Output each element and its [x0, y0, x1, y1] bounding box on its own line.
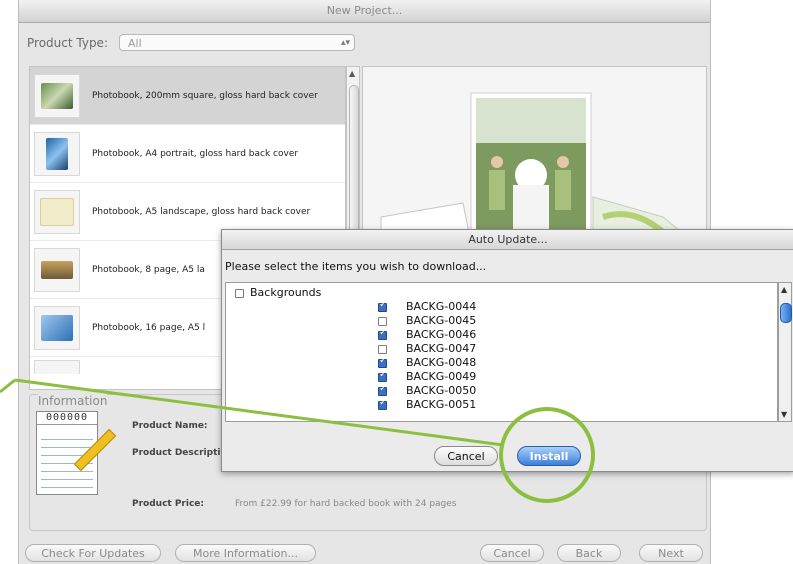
photobook-thumbnail-icon: [34, 189, 80, 234]
backgrounds-group-label: Backgrounds: [250, 286, 322, 299]
back-button[interactable]: Back: [557, 544, 621, 562]
item-label: BACKG-0048: [406, 356, 477, 369]
auto-update-dialog: Auto Update... Please select the items y…: [221, 229, 793, 472]
scrollbar-thumb[interactable]: [780, 303, 792, 323]
photobook-thumbnail-icon: [34, 247, 80, 292]
product-name-label: Product Name:: [132, 421, 208, 431]
window-title: New Project...: [19, 0, 710, 23]
backgrounds-group-checkbox[interactable]: [235, 289, 244, 298]
item-label: BACKG-0049: [406, 370, 477, 383]
next-button[interactable]: Next: [639, 544, 703, 562]
photobook-thumbnail-icon: [34, 131, 80, 176]
cancel-button[interactable]: Cancel: [480, 544, 544, 562]
product-label: Photobook, A4 portrait, gloss hard back …: [92, 148, 299, 159]
dialog-prompt: Please select the items you wish to down…: [225, 260, 487, 273]
item-label: BACKG-0047: [406, 342, 477, 355]
item-label: BACKG-0045: [406, 314, 477, 327]
item-checkbox[interactable]: [378, 345, 387, 354]
item-checkbox[interactable]: [378, 397, 387, 410]
product-price-label: Product Price:: [132, 499, 204, 509]
item-label: BACKG-0046: [406, 328, 477, 341]
item-checkbox[interactable]: [378, 299, 387, 312]
dialog-title: Auto Update...: [222, 230, 793, 250]
product-row[interactable]: Photobook, 200mm square, gloss hard back…: [30, 67, 345, 125]
check-for-updates-button[interactable]: Check For Updates: [25, 544, 161, 562]
download-items-list[interactable]: Backgrounds BACKG-0044 BACKG-0045 BACKG-…: [225, 282, 778, 422]
product-label: Photobook, A5 landscape, gloss hard back…: [92, 206, 311, 217]
information-title: Information: [38, 394, 108, 408]
product-type-select[interactable]: All ▴▾: [119, 34, 355, 51]
product-type-value: All: [128, 37, 142, 50]
product-label: Photobook, 200mm square, gloss hard back…: [92, 90, 318, 101]
item-label: BACKG-0044: [406, 300, 477, 313]
more-information-button[interactable]: More Information...: [175, 544, 316, 562]
item-checkbox[interactable]: [378, 327, 387, 340]
scroll-up-icon[interactable]: ▲: [349, 69, 355, 78]
item-checkbox[interactable]: [378, 317, 387, 326]
install-button[interactable]: Install: [517, 446, 581, 466]
scroll-down-icon[interactable]: ▼: [781, 410, 787, 419]
photobook-thumbnail-icon: [34, 73, 80, 118]
photobook-thumbnail-icon: [34, 360, 80, 374]
dialog-cancel-button[interactable]: Cancel: [434, 446, 498, 466]
scroll-up-icon[interactable]: ▲: [781, 285, 787, 294]
annotation-line-left: [0, 378, 16, 394]
product-price-value: From £22.99 for hard backed book with 24…: [235, 499, 457, 509]
notepad-label: 000000: [37, 412, 97, 425]
download-list-scrollbar[interactable]: ▲ ▼: [778, 282, 792, 422]
product-type-label: Product Type:: [27, 36, 108, 50]
photobook-thumbnail-icon: [34, 305, 80, 350]
item-label: BACKG-0050: [406, 384, 477, 397]
product-label: Photobook, 16 page, A5 l: [92, 322, 206, 333]
item-checkbox[interactable]: [378, 369, 387, 382]
product-description-label: Product Descriptio: [132, 448, 227, 458]
item-checkbox[interactable]: [378, 383, 387, 396]
item-label: BACKG-0051: [406, 398, 477, 411]
chevron-updown-icon: ▴▾: [340, 38, 350, 48]
product-label: Photobook, 8 page, A5 la: [92, 264, 205, 275]
item-checkbox[interactable]: [378, 355, 387, 368]
product-row[interactable]: Photobook, A4 portrait, gloss hard back …: [30, 125, 345, 183]
